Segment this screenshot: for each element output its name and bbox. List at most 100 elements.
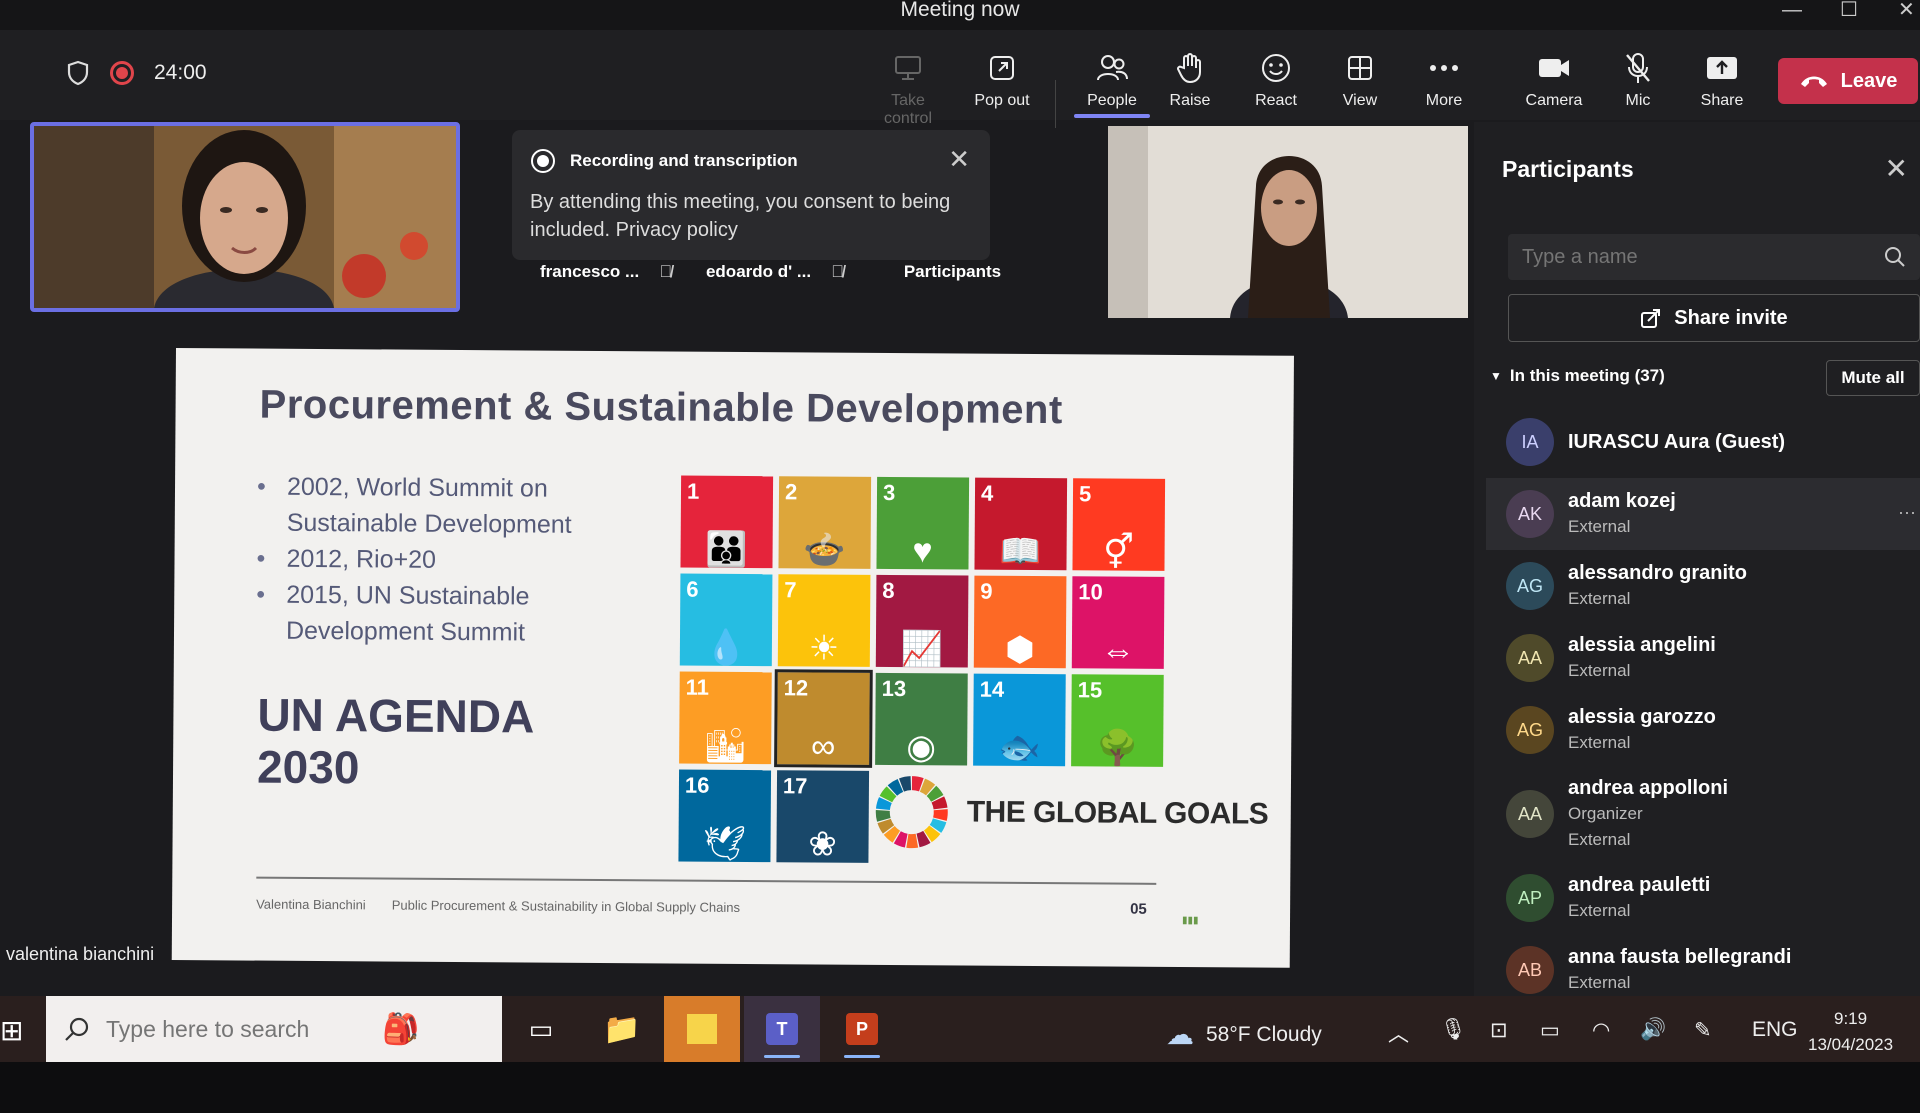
pop-out-button[interactable]: Pop out (962, 50, 1042, 110)
maximize-icon[interactable]: ☐ (1840, 0, 1858, 20)
participant-search-input[interactable] (1522, 245, 1862, 269)
slide-title: Procurement & Sustainable Development (259, 382, 1063, 433)
participant-name: alessia angelini (1568, 633, 1716, 656)
participant-name: IURASCU Aura (Guest) (1568, 430, 1786, 453)
mic-button[interactable]: Mic (1598, 50, 1678, 110)
windows-start-icon[interactable]: ⊞ (0, 1014, 23, 1047)
sdg-tile: 2 🍲 (778, 476, 872, 569)
volume-icon[interactable]: 🔊 (1640, 1018, 1666, 1042)
participant-role: External (1568, 900, 1631, 920)
raise-hand-button[interactable]: Raise (1150, 50, 1230, 110)
sdg-pictogram-icon: ◉ (906, 728, 937, 766)
presentation-slide: Procurement & Sustainable Development 20… (171, 348, 1294, 968)
participant-name-strip: francesco ... 🎙̸ edoardo d' ... 🎙̸ Parti… (540, 262, 1001, 282)
participant-row[interactable]: AP andrea pauletti External (1486, 862, 1920, 934)
sticky-notes-button[interactable] (664, 996, 740, 1062)
taskbar-clock[interactable]: 9:19 13/04/2023 (1808, 1006, 1893, 1058)
participant-more-icon[interactable]: ··· (1898, 502, 1916, 523)
chevron-up-icon[interactable]: ︿ (1388, 1018, 1409, 1048)
mic-label: Mic (1625, 92, 1651, 109)
sdg-number: 15 (1077, 677, 1103, 703)
leave-button[interactable]: Leave (1778, 58, 1918, 104)
participant-video-image (1108, 126, 1468, 318)
participant-name: francesco ... (540, 262, 640, 281)
sdg-tile: 10 ⇔ (1071, 576, 1165, 669)
participant-role: External (1568, 972, 1631, 992)
participant-name: andrea pauletti (1568, 873, 1711, 896)
shield-icon (67, 60, 89, 86)
meeting-group-label: In this meeting (37) (1509, 366, 1665, 385)
avatar: IA (1506, 418, 1554, 466)
sdg-pictogram-icon: 👪 (705, 530, 748, 569)
react-button[interactable]: React (1236, 50, 1316, 110)
sdg-tile: 9 ⬢ (973, 575, 1067, 669)
participant-list: IA IURASCU Aura (Guest) AK adam kozej Extern… (1486, 406, 1920, 1006)
more-button[interactable]: More (1404, 50, 1484, 110)
powerpoint-icon: P (846, 1013, 878, 1045)
sdg-number: 9 (980, 578, 993, 604)
share-label: Share (1700, 92, 1744, 109)
participants-overflow-link[interactable]: Participants (904, 262, 1001, 282)
sdg-number: 6 (686, 576, 699, 602)
file-explorer-button[interactable]: 📁 (584, 996, 660, 1062)
sdg-number: 17 (782, 773, 808, 799)
share-icon (1707, 57, 1737, 79)
more-label: More (1425, 92, 1463, 109)
view-button[interactable]: View (1320, 50, 1400, 110)
people-label: People (1087, 92, 1137, 109)
minimize-icon[interactable]: — (1782, 0, 1802, 20)
share-invite-button[interactable]: Share invite (1508, 294, 1920, 342)
wheel-segment (906, 833, 919, 849)
sdg-pictogram-icon: 📈 (900, 630, 944, 668)
taskbar-search[interactable]: 🎒 (46, 996, 502, 1062)
taskbar-search-input[interactable] (106, 1015, 366, 1043)
sdg-number: 10 (1078, 579, 1103, 605)
chevron-down-icon: ▼ (1490, 369, 1502, 383)
participant-row[interactable]: AG alessandro granito External (1486, 550, 1920, 622)
sdg-tile: 3 ♥ (876, 476, 970, 570)
participant-row[interactable]: AA alessia angelini External (1486, 622, 1920, 694)
take-control-button[interactable]: Take control (868, 50, 948, 128)
close-window-icon[interactable]: ✕ (1898, 0, 1915, 20)
react-icon (1262, 54, 1290, 82)
participant-row[interactable]: AK adam kozej External ··· (1486, 478, 1920, 550)
pen-icon[interactable]: ✎ (1694, 1018, 1712, 1043)
participant-name: adam kozej (1568, 489, 1676, 512)
raise-label: Raise (1169, 92, 1211, 109)
share-button[interactable]: Share (1682, 50, 1762, 110)
wifi-icon[interactable]: ◠ (1592, 1018, 1610, 1043)
meeting-group-header[interactable]: ▼ In this meeting (37) (1490, 366, 1665, 386)
participant-row[interactable]: IA IURASCU Aura (Guest) (1486, 406, 1920, 478)
participant-row[interactable]: AG alessia garozzo External (1486, 694, 1920, 766)
sdg-number: 3 (882, 479, 896, 506)
weather-widget[interactable]: ☁ 58°F Cloudy (1166, 1018, 1322, 1051)
participant-name: alessandro granito (1568, 561, 1747, 584)
close-notice-icon[interactable]: ✕ (948, 144, 970, 175)
teams-button[interactable]: T (744, 996, 820, 1062)
people-button[interactable]: People (1072, 50, 1152, 118)
global-goals-logo: THE GLOBAL GOALS (873, 773, 1269, 854)
sdg-number: 7 (784, 577, 797, 603)
participant-name: andrea appolloni (1568, 776, 1729, 799)
battery-icon[interactable]: ▭ (1540, 1018, 1560, 1043)
microphone-icon[interactable]: 🎙 (1440, 1018, 1467, 1042)
camera-button[interactable]: Camera (1514, 50, 1594, 110)
task-view-button[interactable]: ▭ (503, 996, 579, 1062)
self-video-tile[interactable] (30, 122, 460, 312)
slide-footer-rule (256, 876, 1157, 885)
device-icon[interactable]: ⊡ (1490, 1018, 1508, 1043)
participant-row[interactable]: AA andrea appolloni Organizer External (1486, 766, 1920, 862)
sdg-tile: 16 🕊 (678, 769, 772, 863)
close-panel-icon[interactable]: ✕ (1885, 152, 1908, 185)
sdg-number: 5 (1078, 481, 1092, 507)
language-indicator[interactable]: ENG (1752, 1018, 1798, 1042)
sdg-tile: 15 🌳 (1071, 674, 1164, 767)
participant-search[interactable] (1508, 234, 1920, 280)
powerpoint-button[interactable]: P (824, 996, 900, 1062)
mute-all-button[interactable]: Mute all (1826, 360, 1920, 396)
participant-video-tile[interactable] (1108, 126, 1468, 318)
sdg-number: 12 (783, 675, 809, 701)
meeting-toolbar: 24:00 Take control Pop out People Raise … (0, 30, 1920, 128)
search-highlight-icon: 🎒 (382, 1012, 420, 1046)
weather-text: 58°F Cloudy (1206, 1022, 1322, 1046)
